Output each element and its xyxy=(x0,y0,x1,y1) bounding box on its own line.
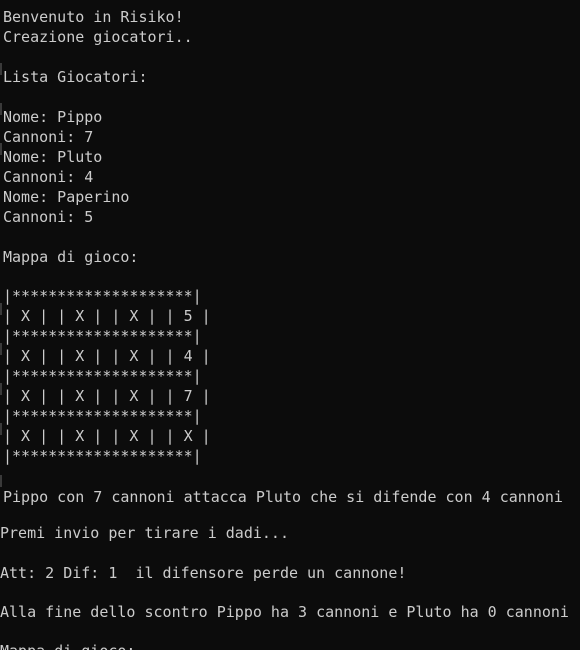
roll-result-line: Att: 2 Dif: 1 il difensore perde un cann… xyxy=(0,564,407,582)
map-cell-row: | X | | X | | X | | X | xyxy=(3,427,211,445)
attack-line: Pippo con 7 cannoni attacca Pluto che si… xyxy=(3,488,563,506)
console-window[interactable]: Benvenuto in Risiko! Creazione giocatori… xyxy=(0,0,580,650)
map-cell-row: | X | | X | | X | | 7 | xyxy=(3,387,211,405)
player-name-line: Nome: Pippo xyxy=(3,108,103,126)
map-border-row: |********************| xyxy=(3,287,202,305)
edge-artifact xyxy=(0,383,2,395)
player-cannons-line: Cannoni: 5 xyxy=(3,208,94,226)
edge-artifact xyxy=(0,423,2,435)
map-border-row: |********************| xyxy=(3,367,202,385)
edge-artifact xyxy=(0,343,2,355)
map-title: Mappa di gioco: xyxy=(3,248,139,266)
edge-artifact xyxy=(0,143,2,155)
player-cannons-line: Cannoni: 4 xyxy=(3,168,94,186)
map-cell-row: | X | | X | | X | | 5 | xyxy=(3,307,211,325)
edge-artifact xyxy=(0,475,2,487)
map-border-row: |********************| xyxy=(3,447,202,465)
battle-end-line: Alla fine dello scontro Pippo ha 3 canno… xyxy=(0,603,569,621)
roll-prompt-line: Premi invio per tirare i dadi... xyxy=(0,524,289,542)
player-cannons-line: Cannoni: 7 xyxy=(3,128,94,146)
partial-map-title: Mappa di gioco: xyxy=(0,641,135,650)
creating-players-line: Creazione giocatori.. xyxy=(3,28,193,46)
map-border-row: |********************| xyxy=(3,327,202,345)
edge-artifact xyxy=(0,103,2,115)
edge-artifact xyxy=(0,63,2,75)
players-title: Lista Giocatori: xyxy=(3,68,148,86)
map-border-row: |********************| xyxy=(3,407,202,425)
player-name-line: Nome: Pluto xyxy=(3,148,103,166)
edge-artifact xyxy=(0,303,2,315)
map-cell-row: | X | | X | | X | | 4 | xyxy=(3,347,211,365)
welcome-line: Benvenuto in Risiko! xyxy=(3,8,184,26)
player-name-line: Nome: Paperino xyxy=(3,188,130,206)
